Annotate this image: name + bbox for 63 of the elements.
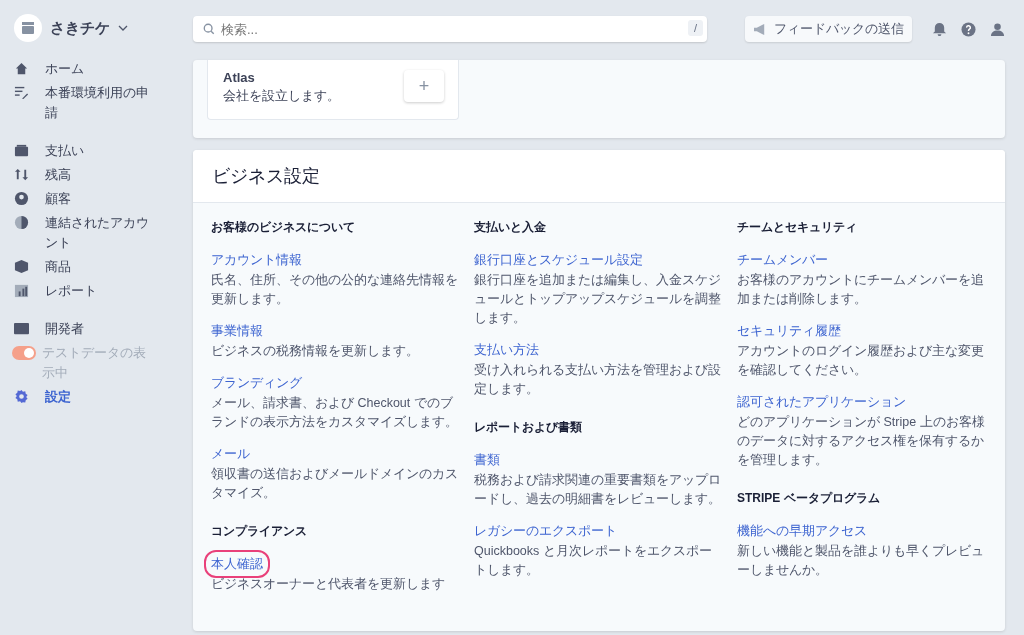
settings-link[interactable]: 銀行口座とスケジュール設定 — [474, 251, 643, 269]
sidebar-item[interactable]: 残高 — [14, 165, 157, 185]
section-heading: お客様のビジネスについて — [211, 219, 356, 236]
sidebar-item[interactable]: 連結されたアカウント — [14, 213, 157, 253]
box-icon — [14, 259, 29, 274]
sidebar-item[interactable]: 商品 — [14, 257, 157, 277]
link-description: 新しい機能と製品を誰よりも早くプレビューしませんか。 — [737, 543, 985, 579]
settings-link[interactable]: メール — [211, 445, 250, 463]
sidebar-item[interactable]: 顧客 — [14, 189, 157, 209]
panel-title: ビジネス設定 — [193, 150, 1005, 203]
settings-link[interactable]: 事業情報 — [211, 322, 263, 340]
settings-link[interactable]: セキュリティ履歴 — [737, 322, 841, 340]
app-title: Atlas — [223, 70, 256, 85]
link-description: ビジネスオーナーと代表者を更新します — [211, 576, 446, 593]
help-icon[interactable] — [961, 21, 976, 37]
link-description: 受け入れられる支払い方法を管理および設定します。 — [474, 362, 722, 398]
link-description: アカウントのログイン履歴および主な変更を確認してください。 — [737, 343, 985, 379]
sidebar-item[interactable]: 支払い — [14, 141, 157, 161]
link-description: 領収書の送信およびメールドメインのカスタマイズ。 — [211, 466, 459, 502]
link-description: 税務および請求関連の重要書類をアップロードし、過去の明細書をレビューします。 — [474, 472, 722, 508]
bar-chart-icon — [14, 283, 29, 298]
gear-icon — [14, 389, 29, 404]
link-description: お客様のアカウントにチームメンバーを追加または削除します。 — [737, 272, 985, 308]
link-description: メール、請求書、および Checkout でのブランドの表示方法をカスタマイズします。 — [211, 395, 459, 431]
settings-link[interactable]: ブランディング — [211, 374, 302, 392]
settings-link[interactable]: 機能への早期アクセス — [737, 522, 867, 540]
wallet-icon — [14, 143, 29, 158]
sidebar-item[interactable]: レポート — [14, 281, 157, 301]
settings-link[interactable]: 本人確認 — [204, 550, 270, 578]
sidebar-item[interactable]: 本番環境利用の申請 — [14, 83, 157, 123]
link-description: どのアプリケーションが Stripe 上のお客様のデータに対するアクセス権を保有するかを管理します。 — [737, 414, 986, 469]
settings-link[interactable]: チームメンバー — [737, 251, 828, 269]
link-description: Quickbooks と月次レポートをエクスポートします。 — [474, 543, 713, 579]
store-icon — [14, 14, 42, 42]
section-heading: レポートおよび書類 — [474, 419, 583, 436]
chevron-down-icon — [118, 25, 128, 31]
section-heading: コンプライアンス — [211, 523, 308, 540]
link-description: 氏名、住所、その他の公的な連絡先情報を更新します。 — [211, 272, 459, 308]
settings-link[interactable]: アカウント情報 — [211, 251, 302, 269]
feedback-button[interactable]: フィードバックの送信 — [745, 16, 912, 42]
sidebar-item[interactable]: ホーム — [14, 59, 157, 79]
section-heading: 支払いと入金 — [474, 219, 547, 236]
edit-list-icon — [14, 85, 29, 100]
link-description: 銀行口座を追加または編集し、入金スケジュールとトップアップスケジュールを調整します。 — [474, 272, 722, 327]
user-icon[interactable] — [990, 21, 1005, 37]
sidebar-item[interactable]: 開発者 — [14, 319, 157, 339]
pie-icon — [14, 215, 29, 230]
toggle-switch[interactable] — [12, 346, 36, 360]
home-icon — [14, 61, 29, 76]
settings-link[interactable]: 支払い方法 — [474, 341, 539, 359]
link-description: ビジネスの税務情報を更新します。 — [211, 343, 420, 360]
bell-icon[interactable] — [932, 21, 947, 37]
section-heading: STRIPE ベータプログラム — [737, 490, 881, 507]
section-heading: チームとセキュリティ — [737, 219, 858, 236]
settings-link[interactable]: レガシーのエクスポート — [474, 522, 617, 540]
app-description: 会社を設立します。 — [223, 87, 340, 105]
add-button[interactable]: + — [404, 70, 444, 102]
account-switcher[interactable]: さきチケ — [14, 14, 128, 42]
arrows-icon — [14, 167, 29, 182]
person-icon — [14, 191, 29, 206]
settings-link[interactable]: 認可されたアプリケーション — [737, 393, 906, 411]
sidebar-item[interactable]: 設定 — [14, 387, 157, 407]
settings-link[interactable]: 書類 — [474, 451, 500, 469]
